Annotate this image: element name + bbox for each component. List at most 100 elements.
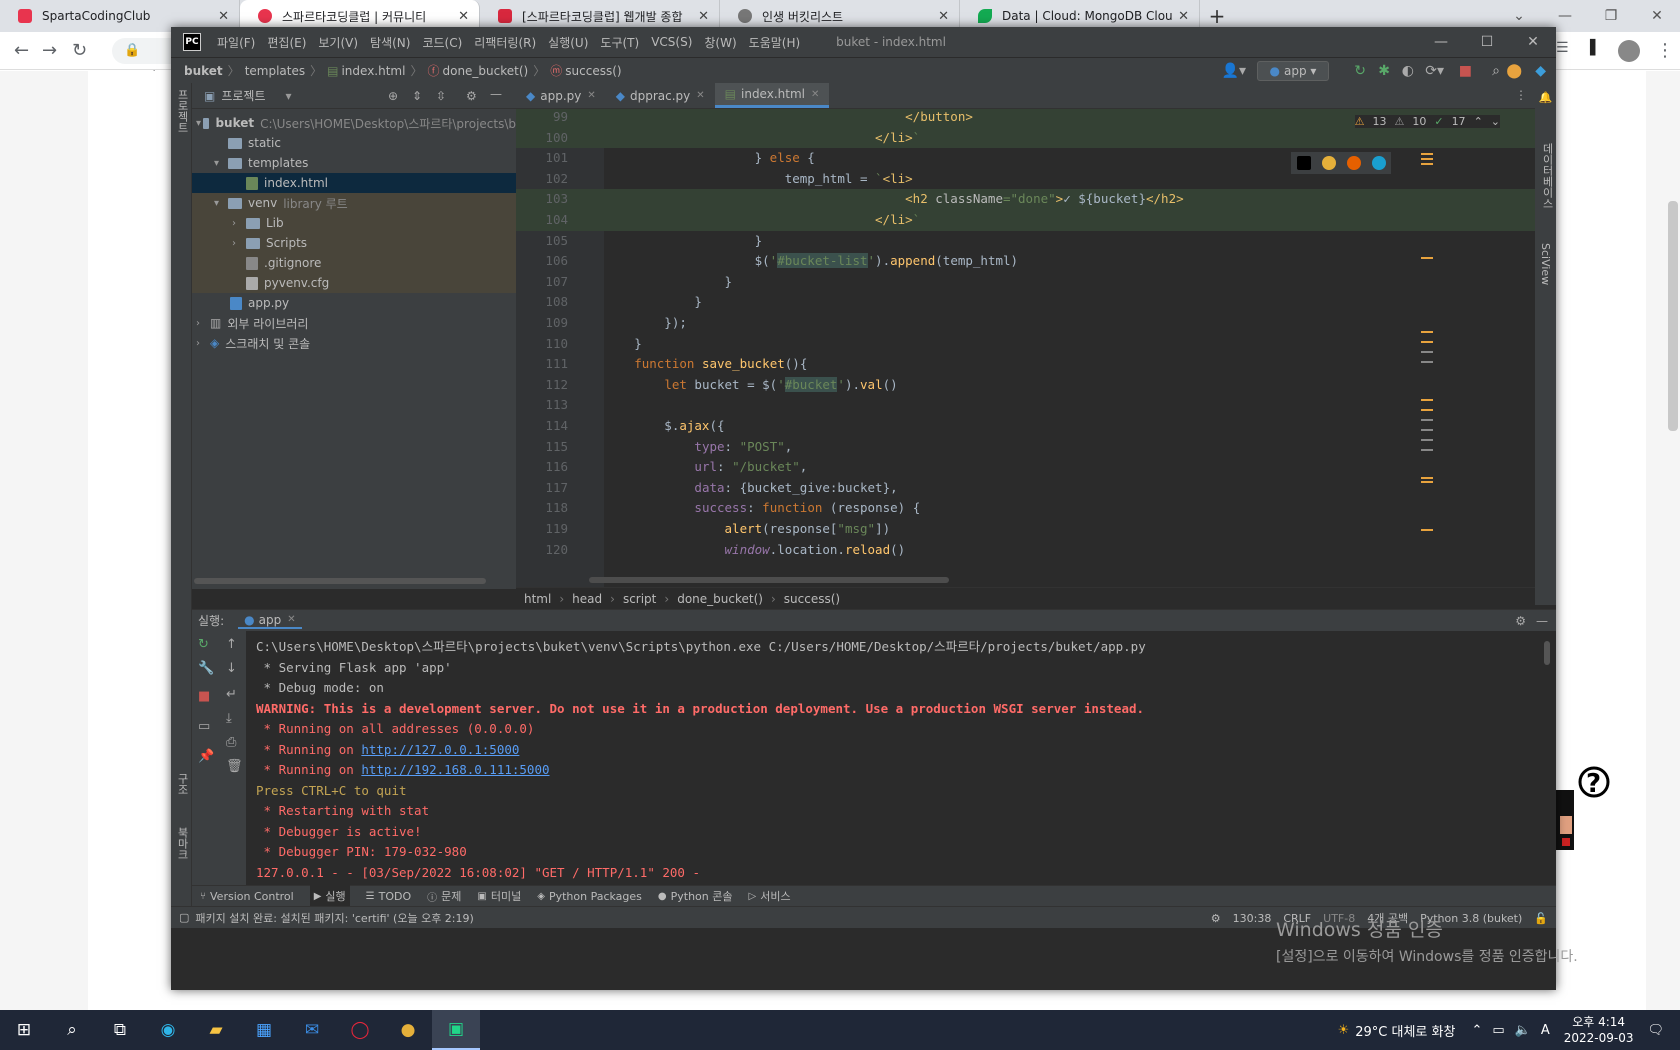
code-line[interactable]: 100 </li>` xyxy=(516,127,1535,149)
pin-icon[interactable]: 📌 xyxy=(198,749,214,764)
pycharm-taskbar-icon[interactable]: ▣ xyxy=(432,1010,480,1050)
tab-close-icon[interactable]: ✕ xyxy=(218,9,229,24)
clock[interactable]: 오후 4:14 2022-09-03 xyxy=(1564,1014,1634,1046)
menu-run[interactable]: 실행(U) xyxy=(542,34,594,51)
tree-item-lib[interactable]: › Lib xyxy=(192,213,516,233)
tree-item-scripts[interactable]: › Scripts xyxy=(192,233,516,253)
code-line[interactable]: 120 window.location.reload() xyxy=(516,540,1535,561)
mail-icon[interactable]: ✉ xyxy=(288,1010,336,1050)
code-line[interactable]: 111 function save_bucket(){ xyxy=(516,354,1535,375)
menu-edit[interactable]: 편집(E) xyxy=(261,34,312,51)
minimize-icon[interactable]: — xyxy=(1418,27,1464,57)
search-icon[interactable]: ⌕ xyxy=(1492,63,1500,79)
caret-position[interactable]: 130:38 xyxy=(1233,912,1272,925)
weather-text[interactable]: 29°C 대체로 화창 xyxy=(1355,1021,1455,1040)
address-bar[interactable]: 🔒 spart xyxy=(112,38,172,84)
tool-problems[interactable]: ⓘ 문제 xyxy=(427,888,461,904)
tree-item-gitignore[interactable]: .gitignore xyxy=(192,253,516,273)
maximize-icon[interactable]: ☐ xyxy=(1464,27,1510,57)
page-scrollbar[interactable] xyxy=(1668,201,1678,431)
editor-tab-dpprac-py[interactable]: ◆ dpprac.py ✕ xyxy=(606,83,715,108)
volume-icon[interactable]: 🔈 xyxy=(1515,1023,1531,1038)
jetbrains-icon[interactable]: ◆ xyxy=(1535,63,1546,79)
code-line[interactable]: 109 }); xyxy=(516,313,1535,334)
profile-icon[interactable]: ⟳▾ xyxy=(1425,63,1444,79)
run-configuration-select[interactable]: ● app ▾ xyxy=(1257,61,1329,81)
tool-todo[interactable]: ☰ TODO xyxy=(366,890,411,903)
chrome-icon[interactable] xyxy=(1321,156,1336,170)
task-view-icon[interactable]: ⧉ xyxy=(96,1010,144,1050)
hide-icon[interactable]: — xyxy=(1536,614,1548,628)
breadcrumb-script[interactable]: script xyxy=(623,592,656,606)
inspection-widget[interactable]: ⚠ 13 ⚠ 10 ✓ 17 ⌃ ⌄ xyxy=(1354,115,1500,128)
network-icon[interactable]: ▭ xyxy=(1492,1023,1504,1038)
breadcrumb-success[interactable]: success() xyxy=(784,592,840,606)
tree-item-templates[interactable]: ▾ templates xyxy=(192,153,516,173)
tool-terminal[interactable]: ▣ 터미널 xyxy=(477,888,521,904)
code-line[interactable]: 117 data: {bucket_give:bucket}, xyxy=(516,478,1535,499)
code-line[interactable]: 104 </li>` xyxy=(516,210,1535,231)
code-line[interactable]: 115 type: "POST", xyxy=(516,437,1535,458)
code-line[interactable]: 112 let bucket = $('#bucket').val() xyxy=(516,375,1535,396)
chrome-icon[interactable]: ● xyxy=(384,1010,432,1050)
close-icon[interactable]: ✕ xyxy=(587,90,595,101)
console-scrollbar[interactable] xyxy=(1544,641,1550,665)
tool-tab-bookmarks[interactable]: 북마크 xyxy=(174,827,190,860)
tool-version-control[interactable]: ⑂ Version Control xyxy=(200,890,294,903)
tree-item-scratches[interactable]: › ◈ 스크래치 및 콘솔 xyxy=(192,333,516,353)
stop-icon[interactable]: ■ xyxy=(1459,63,1472,79)
wrench-icon[interactable]: 🔧 xyxy=(198,661,214,676)
layout-icon[interactable]: ▭ xyxy=(198,719,210,734)
chevron-down-icon[interactable]: ⌄ xyxy=(1491,115,1500,128)
tab-close-icon[interactable]: ✕ xyxy=(938,9,949,24)
add-user-icon[interactable]: 👤▾ xyxy=(1222,63,1246,79)
rerun-icon[interactable]: ↻ xyxy=(198,637,209,652)
rerun-icon[interactable]: ↻ xyxy=(1354,63,1366,79)
edge-icon[interactable] xyxy=(1371,156,1386,170)
tab-menu-icon[interactable]: ⋮ xyxy=(1515,88,1527,102)
locate-icon[interactable]: ⊕ xyxy=(388,89,398,103)
reload-icon[interactable]: ↻ xyxy=(72,40,87,61)
tool-run[interactable]: ▶ 실행 xyxy=(309,885,350,907)
tab-close-icon[interactable]: ✕ xyxy=(698,9,709,24)
menu-refactor[interactable]: 리팩터링(R) xyxy=(468,34,542,51)
code-editor[interactable]: 99 </button> 100 </li>` 101 } else {102 te… xyxy=(516,109,1535,587)
tree-item-static[interactable]: static xyxy=(192,133,516,153)
tree-item-app-py[interactable]: app.py xyxy=(192,293,516,313)
dependency-icon[interactable]: ⚙ xyxy=(1211,912,1221,925)
console-link[interactable]: http://127.0.0.1:5000 xyxy=(361,742,519,757)
menu-file[interactable]: 파일(F) xyxy=(211,34,261,51)
close-icon[interactable]: ✕ xyxy=(287,614,295,625)
status-message[interactable]: 패키지 설치 완료: 설치된 패키지: 'certifi' (오늘 오후 2:1… xyxy=(195,910,473,926)
tree-item-buket[interactable]: ▾ buket C:\Users\HOME\Desktop\스파르타\project… xyxy=(192,113,516,133)
editor-horizontal-scrollbar[interactable] xyxy=(589,577,949,583)
nav-crumb-function[interactable]: ⓕ done_bucket() xyxy=(427,62,528,79)
nav-crumb-file[interactable]: ▤ index.html xyxy=(327,64,405,78)
scroll-to-end-icon[interactable]: ⤓ xyxy=(226,711,232,726)
nav-crumb-project[interactable]: buket xyxy=(184,64,223,78)
console-output[interactable]: C:\Users\HOME\Desktop\스파르타\projects\buke… xyxy=(246,631,1556,885)
editor-tab-app-py[interactable]: ◆ app.py ✕ xyxy=(516,83,606,108)
collapse-all-icon[interactable]: ⇳ xyxy=(436,89,446,103)
run-tab-app[interactable]: ● app ✕ xyxy=(238,613,302,629)
profile-avatar[interactable] xyxy=(1618,40,1640,62)
menu-view[interactable]: 보기(V) xyxy=(312,34,364,51)
search-icon[interactable]: ⌕ xyxy=(48,1010,96,1050)
code-line[interactable]: 108 } xyxy=(516,292,1535,313)
tab-close-icon[interactable]: ✕ xyxy=(1178,9,1189,24)
tool-windows-icon[interactable]: ▢ xyxy=(179,911,189,924)
chevron-up-icon[interactable]: ⌃ xyxy=(1474,115,1483,128)
hide-icon[interactable]: — xyxy=(490,87,502,101)
start-icon[interactable]: ⊞ xyxy=(0,1010,48,1050)
chevron-up-icon[interactable]: ⌃ xyxy=(1471,1023,1482,1038)
pycharm-browser-icon[interactable] xyxy=(1296,156,1311,170)
code-line[interactable]: 103 <h2 className="done">✓ ${bucket}</h2… xyxy=(516,189,1535,210)
gear-icon[interactable]: ⚙ xyxy=(1515,614,1526,628)
breadcrumb-head[interactable]: head xyxy=(572,592,602,606)
expand-all-icon[interactable]: ⇕ xyxy=(412,89,422,103)
tree-scrollbar[interactable] xyxy=(194,578,486,584)
nav-crumb-method[interactable]: ⓜ success() xyxy=(550,62,621,79)
firefox-icon[interactable] xyxy=(1346,156,1361,170)
code-line[interactable]: 119 alert(response["msg"]) xyxy=(516,519,1535,540)
menu-window[interactable]: 창(W) xyxy=(698,34,742,51)
